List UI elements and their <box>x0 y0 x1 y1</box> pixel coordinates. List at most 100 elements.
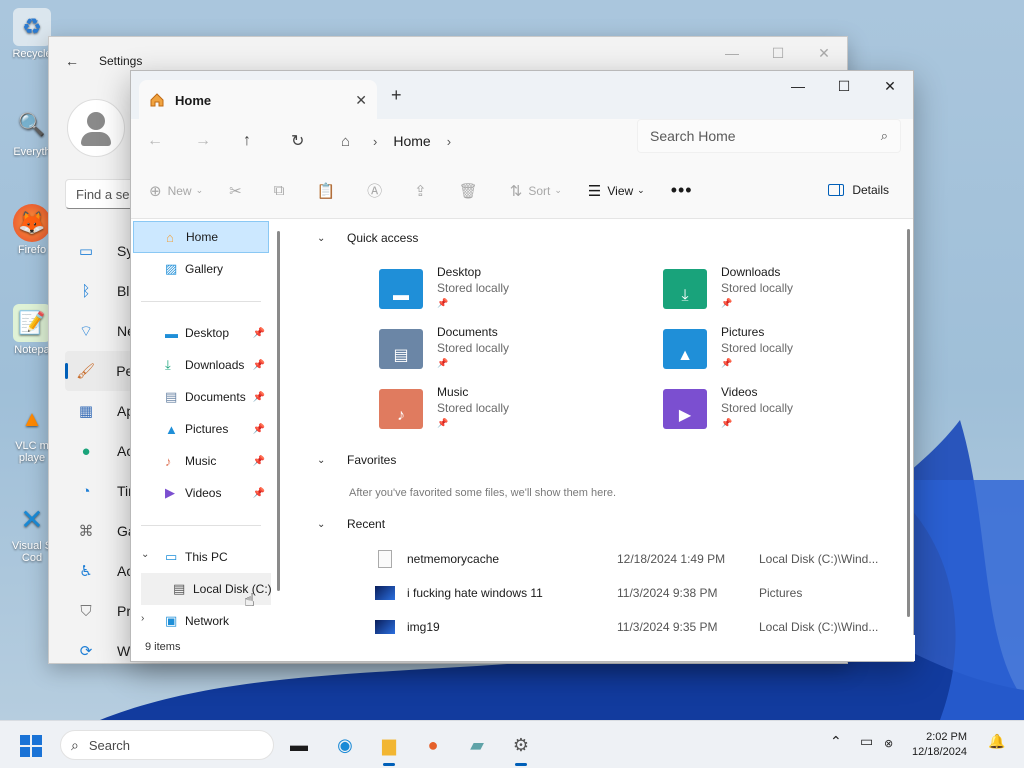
pin-icon[interactable]: 📌 <box>253 328 265 339</box>
share-icon: ⇪ <box>414 182 427 200</box>
desktop-folder-icon: ▬ <box>165 325 178 341</box>
forward-arrow-icon[interactable]: → <box>195 132 243 150</box>
file-explorer-icon[interactable]: ▆ <box>374 730 404 766</box>
maximize-icon[interactable]: ☐ <box>755 37 801 69</box>
recent-row[interactable]: netmemorycache 12/18/2024 1:49 PM Local … <box>375 545 895 573</box>
file-icon <box>378 550 392 568</box>
close-icon[interactable]: ✕ <box>867 71 913 101</box>
new-button[interactable]: ⊕ New ⌄ <box>149 182 203 200</box>
nav-item-downloads[interactable]: ⤓ Downloads 📌 <box>133 349 269 381</box>
pin-icon[interactable]: 📌 <box>253 456 265 467</box>
taskbar-search[interactable]: ⌕ Search <box>60 730 274 760</box>
chevron-down-icon: ⌄ <box>317 518 326 530</box>
sort-button[interactable]: ⇅ Sort ⌄ <box>510 182 562 200</box>
chevron-right-icon[interactable]: › <box>447 134 451 149</box>
quick-access-pictures[interactable]: ▲ Pictures Stored locally 📌 <box>663 325 923 381</box>
nav-item-desktop[interactable]: ▬ Desktop 📌 <box>133 317 269 349</box>
update-icon: ⟳ <box>79 643 93 660</box>
favorites-header[interactable]: ⌄ Favorites <box>317 453 396 467</box>
start-button[interactable] <box>20 735 42 757</box>
nav-item-pictures[interactable]: ▲ Pictures 📌 <box>133 413 269 445</box>
tab-home[interactable]: Home ✕ <box>139 80 377 120</box>
nav-item-gallery[interactable]: ▨ Gallery <box>133 253 269 285</box>
task-view-icon[interactable]: ▬ <box>284 730 314 760</box>
up-arrow-icon[interactable]: ↑ <box>243 132 291 150</box>
clock[interactable]: 2:02 PM 12/18/2024 <box>912 730 967 760</box>
chevron-up-icon[interactable]: ⌃ <box>830 733 842 750</box>
ellipsis-icon: ••• <box>670 180 693 200</box>
copy-button[interactable]: ⧉ <box>274 182 291 199</box>
favorites-empty-text: After you've favorited some files, we'll… <box>349 487 617 499</box>
rename-icon: Ⓐ <box>367 183 383 200</box>
close-icon[interactable]: ✕ <box>801 37 847 69</box>
search-input[interactable]: Search Home ⌕ <box>637 119 901 153</box>
notification-bell-icon[interactable]: 🔔 <box>988 733 1005 750</box>
quick-access-documents[interactable]: ▤ Documents Stored locally 📌 <box>379 325 639 381</box>
quick-access-videos[interactable]: ▶ Videos Stored locally 📌 <box>663 385 923 441</box>
copy-icon: ⧉ <box>273 182 285 199</box>
details-button[interactable]: Details <box>828 183 889 197</box>
rename-button[interactable]: Ⓐ <box>367 180 388 201</box>
view-button[interactable]: ☰ View ⌄ <box>588 182 645 200</box>
pin-icon[interactable]: 📌 <box>253 488 265 499</box>
nav-item-documents[interactable]: ▤ Documents 📌 <box>133 381 269 413</box>
pictures-icon: ▲ <box>663 329 707 369</box>
details-pane-icon <box>828 184 845 196</box>
downloads-icon: ⤓ <box>165 357 171 372</box>
network-status-icon[interactable]: ▭ <box>860 733 873 750</box>
share-button[interactable]: ⇪ <box>414 182 433 200</box>
recent-row[interactable]: i fucking hate windows 11 11/3/2024 9:38… <box>375 579 895 607</box>
nav-item-videos[interactable]: ▶ Videos 📌 <box>133 477 269 509</box>
quick-access-downloads[interactable]: ⤓ Downloads Stored locally 📌 <box>663 265 923 321</box>
plus-circle-icon: ⊕ <box>149 182 162 200</box>
pin-icon: 📌 <box>437 298 449 308</box>
delete-button[interactable]: 🗑 <box>459 182 484 200</box>
notepad-taskbar-icon[interactable]: ▰ <box>462 730 492 760</box>
more-options-button[interactable]: ••• <box>671 180 699 201</box>
breadcrumb[interactable]: ⌂ › Home › <box>341 125 631 157</box>
content-scrollbar[interactable] <box>907 229 910 617</box>
nav-item-music[interactable]: ♪ Music 📌 <box>133 445 269 477</box>
drive-icon: ▤ <box>173 581 186 596</box>
vlc-icon: ▲ <box>21 406 43 431</box>
avatar-head <box>87 112 105 130</box>
back-arrow-icon[interactable]: ← <box>65 53 85 69</box>
new-tab-icon[interactable]: + <box>391 85 402 106</box>
chevron-down-icon: ⌄ <box>554 185 562 195</box>
pin-icon[interactable]: 📌 <box>253 360 265 371</box>
quick-access-header[interactable]: ⌄ Quick access <box>317 231 418 245</box>
volume-muted-icon[interactable]: ⊗ <box>884 737 893 750</box>
nav-scrollbar[interactable] <box>277 231 280 591</box>
back-arrow-icon[interactable]: ← <box>147 132 195 150</box>
breadcrumb-home[interactable]: Home <box>393 133 430 149</box>
close-tab-icon[interactable]: ✕ <box>355 92 367 109</box>
avatar[interactable] <box>67 99 125 157</box>
status-bar: 9 items <box>131 635 915 661</box>
chevron-down-icon: ⌄ <box>317 454 326 466</box>
pin-icon[interactable]: 📌 <box>253 424 265 435</box>
chevron-down-icon: ⌄ <box>195 185 204 195</box>
accounts-icon: ● <box>81 442 91 460</box>
nav-item-home[interactable]: ⌂ Home <box>133 221 269 253</box>
quick-access-music[interactable]: ♪ Music Stored locally 📌 <box>379 385 639 441</box>
settings-gear-icon[interactable]: ⚙ <box>506 730 536 766</box>
paste-button[interactable]: 📋 <box>316 182 341 200</box>
maximize-icon[interactable]: ☐ <box>821 71 867 101</box>
this-pc-icon: ▭ <box>165 549 178 564</box>
quick-access-desktop[interactable]: ▬ Desktop Stored locally 📌 <box>379 265 639 321</box>
apps-icon: ▦ <box>78 403 94 420</box>
minimize-icon[interactable]: — <box>709 37 755 69</box>
nav-item-this-pc[interactable]: ▭ This PC <box>133 541 269 573</box>
pin-icon[interactable]: 📌 <box>253 392 265 403</box>
edge-icon[interactable]: ◉ <box>330 730 360 760</box>
cut-button[interactable]: ✂ <box>229 182 248 200</box>
minimize-icon[interactable]: — <box>775 71 821 101</box>
recent-header[interactable]: ⌄ Recent <box>317 517 385 531</box>
clock-date: 12/18/2024 <box>912 746 968 758</box>
refresh-icon[interactable]: ↻ <box>291 131 339 151</box>
videos-icon: ▶ <box>165 485 175 500</box>
pin-icon: 📌 <box>437 358 449 368</box>
command-bar: ⊕ New ⌄ ✂ ⧉ 📋 Ⓐ ⇪ 🗑 ⇅ Sort ⌄ ☰ View ⌄ ••• Deta… <box>131 163 913 219</box>
firefox-icon[interactable]: ● <box>418 730 448 760</box>
vscode-icon: ✕ <box>20 503 44 535</box>
